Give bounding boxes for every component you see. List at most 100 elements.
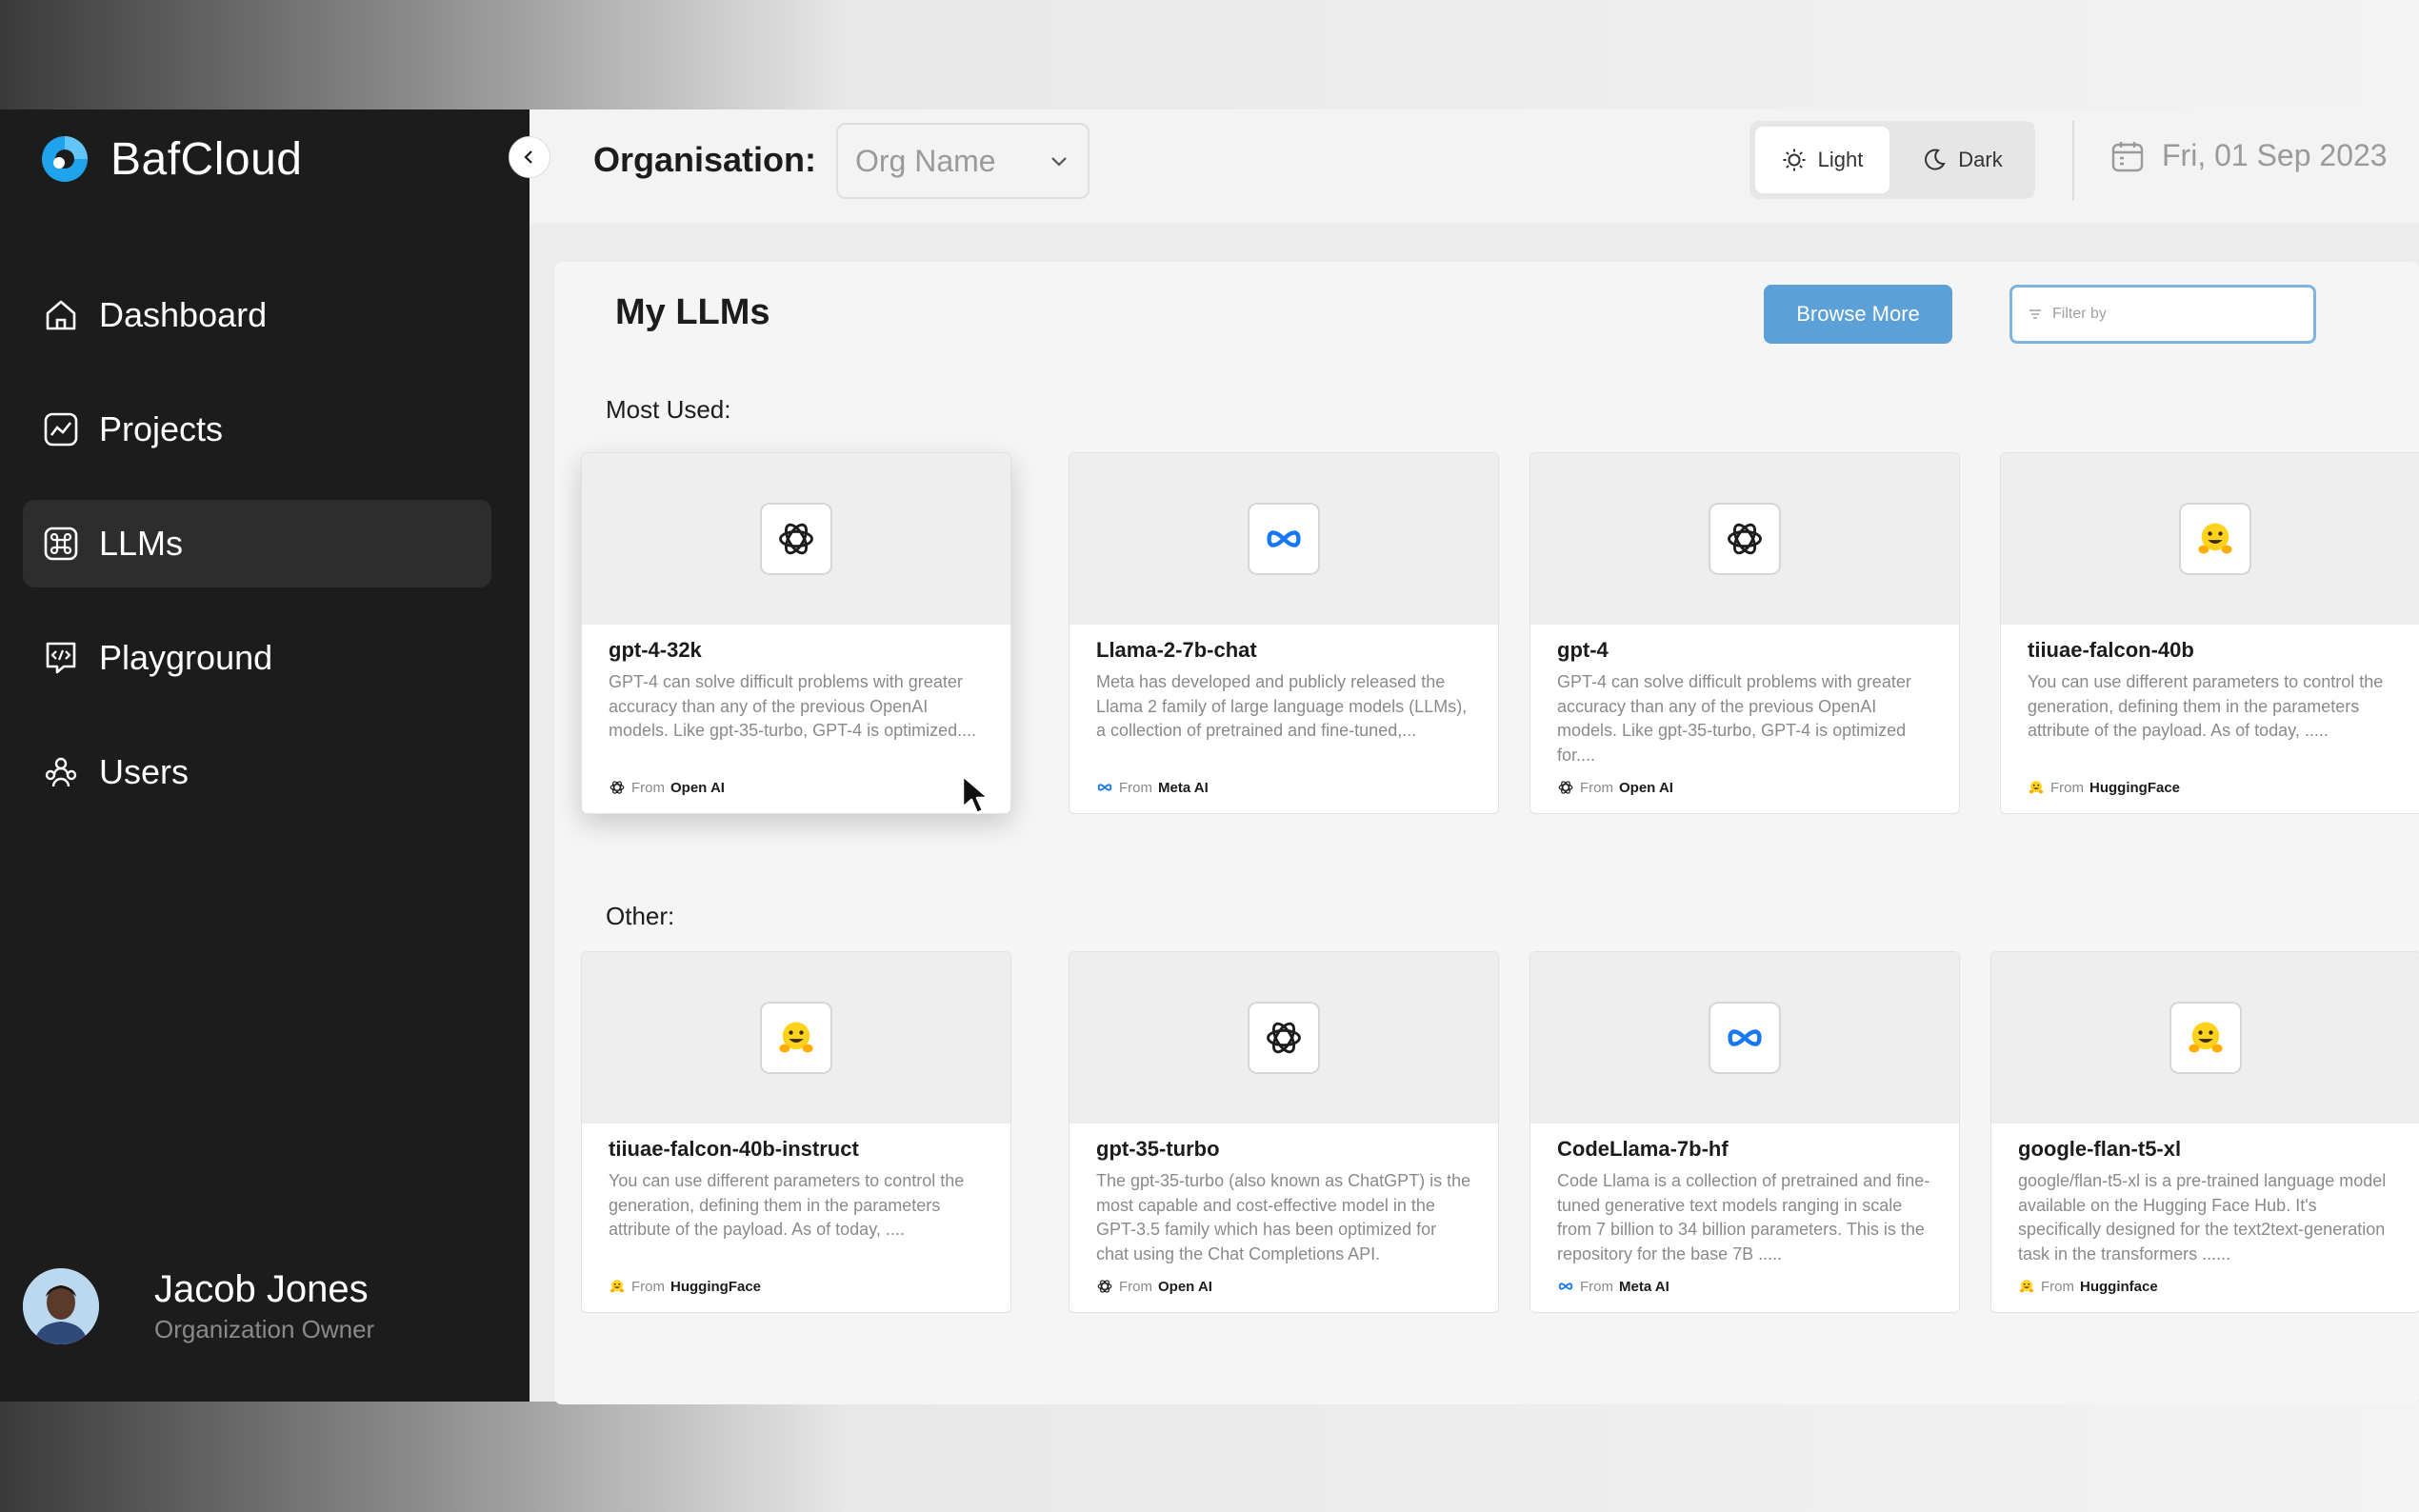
- llm-card[interactable]: tiiuae-falcon-40b-instruct You can use di…: [581, 951, 1011, 1313]
- llm-card-provider: From HuggingFace: [2028, 779, 2403, 796]
- brand[interactable]: BafCloud: [38, 132, 302, 186]
- llm-card-description: You can use different parameters to cont…: [2028, 672, 2384, 740]
- theme-toggle: Light Dark: [1749, 121, 2035, 199]
- from-label: From: [2050, 779, 2084, 796]
- openai-icon: [609, 779, 626, 796]
- llm-card[interactable]: gpt-4 GPT-4 can solve difficult problems …: [1529, 452, 1960, 814]
- llm-card-provider: From Meta AI: [1557, 1278, 1932, 1295]
- llm-card-title: tiiuae-falcon-40b: [2028, 638, 2194, 662]
- filter-input[interactable]: Filter by: [2009, 285, 2316, 344]
- main-content: Organisation: Org Name Light Dark Fri, 0…: [530, 109, 2419, 1404]
- chevron-left-icon: [524, 150, 532, 164]
- brand-name: BafCloud: [110, 133, 303, 185]
- chevron-down-icon: [1051, 157, 1067, 167]
- page-title: My LLMs: [615, 292, 770, 332]
- llm-card-description: Meta has developed and publicly released…: [1096, 672, 1468, 740]
- huggingface-icon: [2169, 1002, 2242, 1074]
- from-label: From: [631, 779, 665, 796]
- llms-panel: My LLMs Browse More Filter by Most Used:…: [554, 262, 2419, 1404]
- llm-card-description: You can use different parameters to cont…: [609, 1171, 965, 1239]
- sidebar-item-users[interactable]: Users: [23, 728, 491, 816]
- llm-card-title: gpt-4: [1557, 638, 1609, 662]
- app-window: BafCloud Dashboard Projects LLMs Playgro…: [0, 109, 2419, 1404]
- llm-card-description: GPT-4 can solve difficult problems with …: [1557, 672, 1911, 765]
- huggingface-icon: [609, 1278, 626, 1295]
- llm-card-body: gpt-35-turbo The gpt-35-turbo (also known…: [1070, 1124, 1498, 1308]
- current-date: Fri, 01 Sep 2023: [2110, 138, 2388, 173]
- llm-card-provider: From Hugginface: [2018, 1278, 2393, 1295]
- sidebar-item-dashboard[interactable]: Dashboard: [23, 271, 491, 359]
- llm-card[interactable]: gpt-4-32k GPT-4 can solve difficult probl…: [581, 452, 1011, 814]
- sidebar-item-label: Projects: [99, 409, 224, 448]
- sidebar-nav: Dashboard Projects LLMs Playground Users: [23, 271, 491, 843]
- sidebar-item-label: Users: [99, 752, 190, 791]
- topbar: Organisation: Org Name Light Dark Fri, 0…: [530, 109, 2419, 224]
- llm-card-body: tiiuae-falcon-40b-instruct You can use di…: [582, 1124, 1010, 1308]
- llm-card-body: gpt-4 GPT-4 can solve difficult problems …: [1530, 625, 1959, 809]
- llm-card-title: gpt-35-turbo: [1096, 1137, 1220, 1161]
- provider-name: HuggingFace: [2089, 779, 2181, 796]
- openai-icon: [760, 503, 832, 575]
- bafcloud-logo-icon: [42, 136, 88, 182]
- sidebar-item-label: Dashboard: [99, 295, 268, 334]
- collapse-sidebar-button[interactable]: [509, 136, 550, 178]
- meta-icon: [1557, 1278, 1574, 1295]
- moon-icon: [1925, 149, 1946, 170]
- browse-more-button[interactable]: Browse More: [1764, 285, 1952, 344]
- llm-card[interactable]: CodeLlama-7b-hf Code Llama is a collectio…: [1529, 951, 1960, 1313]
- llm-card-provider: From Open AI: [1096, 1278, 1471, 1295]
- llm-card-title: google-flan-t5-xl: [2018, 1137, 2182, 1161]
- theme-light-button[interactable]: Light: [1755, 127, 1889, 193]
- llm-card-title: CodeLlama-7b-hf: [1557, 1137, 1729, 1161]
- llm-card-body: tiiuae-falcon-40b You can use different p…: [2001, 625, 2419, 809]
- llm-card-body: gpt-4-32k GPT-4 can solve difficult probl…: [582, 625, 1010, 809]
- sidebar-item-playground[interactable]: Playground: [23, 614, 491, 702]
- llm-card-header: [1530, 952, 1959, 1124]
- date-text: Fri, 01 Sep 2023: [2162, 138, 2388, 172]
- llm-card-provider: From Open AI: [1557, 779, 1932, 796]
- llm-card-body: google-flan-t5-xl google/flan-t5-xl is a …: [1991, 1124, 2419, 1308]
- background-top: [0, 0, 2419, 109]
- background-bottom: [0, 1402, 2419, 1512]
- avatar: [23, 1268, 99, 1344]
- other-label: Other:: [606, 902, 675, 930]
- sidebar-item-llms[interactable]: LLMs: [23, 500, 491, 587]
- from-label: From: [631, 1278, 665, 1295]
- command-icon: [42, 525, 80, 563]
- organisation-select-value: Org Name: [855, 143, 996, 178]
- mouse-cursor-icon: [961, 774, 990, 815]
- calendar-icon: [2111, 141, 2144, 171]
- theme-dark-label: Dark: [1958, 148, 2003, 171]
- llm-card-title: Llama-2-7b-chat: [1096, 638, 1257, 662]
- from-label: From: [1580, 1278, 1613, 1295]
- llm-card[interactable]: tiiuae-falcon-40b You can use different p…: [2000, 452, 2419, 814]
- llm-card[interactable]: gpt-35-turbo The gpt-35-turbo (also known…: [1069, 951, 1499, 1313]
- llm-card-provider: From HuggingFace: [609, 1278, 984, 1295]
- llm-card-header: [582, 952, 1010, 1124]
- openai-icon: [1096, 1278, 1113, 1295]
- llm-card-header: [582, 453, 1010, 625]
- organisation-label: Organisation:: [593, 140, 817, 179]
- openai-icon: [1709, 503, 1781, 575]
- llm-card-title: gpt-4-32k: [609, 638, 702, 662]
- theme-dark-button[interactable]: Dark: [1895, 127, 2029, 193]
- provider-name: Hugginface: [2080, 1278, 2158, 1295]
- organisation-select[interactable]: Org Name: [836, 123, 1090, 199]
- topbar-divider: [2072, 121, 2074, 201]
- huggingface-icon: [2179, 503, 2251, 575]
- llm-card[interactable]: Llama-2-7b-chat Meta has developed and pu…: [1069, 452, 1499, 814]
- sidebar-item-projects[interactable]: Projects: [23, 386, 491, 473]
- user-profile[interactable]: Jacob Jones Organization Owner: [23, 1268, 374, 1344]
- sidebar: BafCloud Dashboard Projects LLMs Playgro…: [0, 109, 550, 1402]
- provider-name: Open AI: [670, 779, 725, 796]
- sun-icon: [1783, 149, 1806, 171]
- from-label: From: [2041, 1278, 2074, 1295]
- from-label: From: [1580, 779, 1613, 796]
- user-name: Jacob Jones: [154, 1268, 369, 1310]
- chart-icon: [42, 410, 80, 448]
- llm-card-body: CodeLlama-7b-hf Code Llama is a collectio…: [1530, 1124, 1959, 1308]
- llm-card[interactable]: google-flan-t5-xl google/flan-t5-xl is a …: [1990, 951, 2419, 1313]
- llm-card-description: google/flan-t5-xl is a pre-trained langu…: [2018, 1171, 2387, 1263]
- llm-card-header: [1070, 453, 1498, 625]
- openai-icon: [1248, 1002, 1320, 1074]
